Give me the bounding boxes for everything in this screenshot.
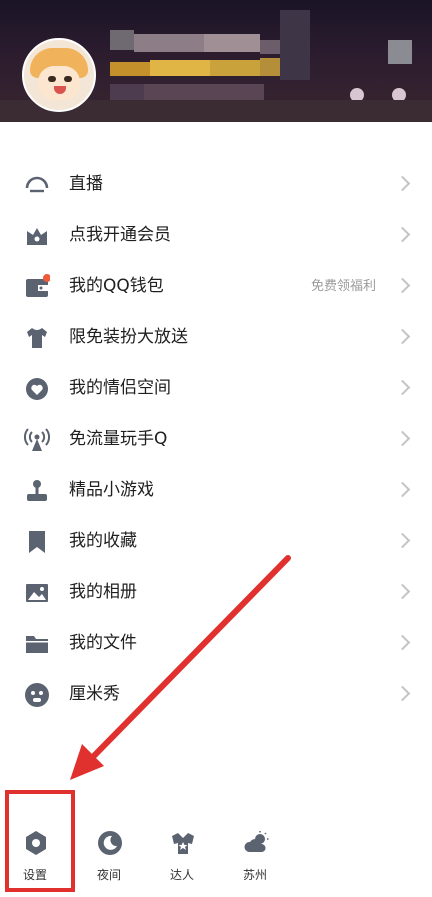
annotation-arrow-icon	[70, 555, 291, 780]
